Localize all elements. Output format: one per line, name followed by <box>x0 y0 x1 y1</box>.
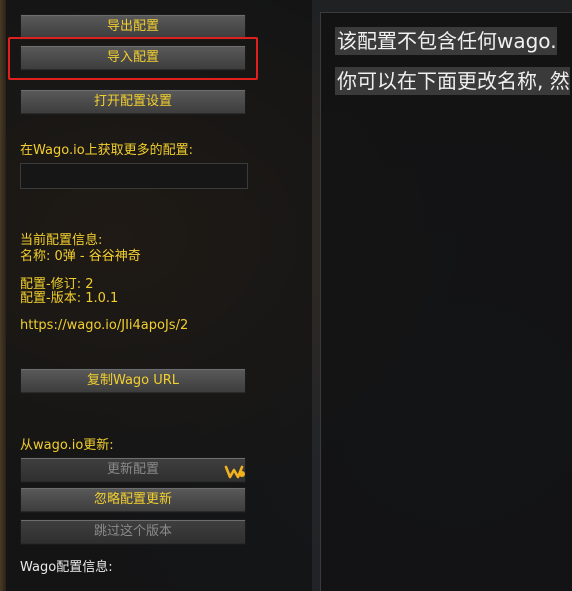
profile-version-text: 配置-版本: 1.0.1 <box>20 291 119 306</box>
no-wago-info-text: 该配置不包含任何wago. <box>335 27 557 55</box>
current-info-label: 当前配置信息: <box>20 233 103 248</box>
update-from-label: 从wago.io更新: <box>20 438 114 453</box>
update-profile-button[interactable]: 更新配置 <box>20 457 246 483</box>
wago-logo-icon <box>224 461 246 481</box>
open-profile-settings-button[interactable]: 打开配置设置 <box>20 89 246 115</box>
get-more-label: 在Wago.io上获取更多的配置: <box>20 143 194 158</box>
rename-hint-text: 你可以在下面更改名称, 然 <box>335 67 570 95</box>
import-highlight-box <box>8 37 258 80</box>
profile-name-text: 名称: 0弹 - 谷谷神奇 <box>20 249 141 264</box>
profile-detail-panel: 该配置不包含任何wago. 你可以在下面更改名称, 然 <box>320 12 572 591</box>
skip-version-button[interactable]: 跳过这个版本 <box>20 519 246 545</box>
wago-search-input[interactable] <box>20 163 248 189</box>
wago-url-text: https://wago.io/JIi4apoJs/2 <box>20 318 189 333</box>
wago-info-label: Wago配置信息: <box>20 560 113 575</box>
copy-wago-url-button[interactable]: 复制Wago URL <box>20 368 246 394</box>
ignore-update-button[interactable]: 忽略配置更新 <box>20 487 246 513</box>
